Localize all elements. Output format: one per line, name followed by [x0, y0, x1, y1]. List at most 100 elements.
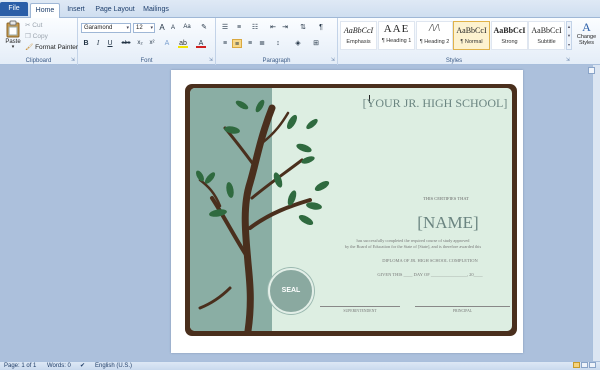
- paragraph-group: ☰ ≡ ☷ ⇤ ⇥ ⇅ ¶ ≡ ≡ ≡ ≣ ↕ ◈ ⊞ Paragraph ⇲: [216, 18, 338, 65]
- document-area[interactable]: [YOUR JR. HIGH SCHOOL] THIS CERTIFIES TH…: [0, 65, 592, 361]
- chevron-down-icon: ▾: [150, 25, 153, 31]
- proofing-icon[interactable]: ✔: [80, 362, 85, 370]
- dialog-launcher-icon[interactable]: ⇲: [71, 57, 75, 63]
- copy-button[interactable]: ❐ Copy: [25, 32, 48, 41]
- shrink-font-button[interactable]: A: [168, 24, 178, 33]
- styles-gallery-scroll[interactable]: ▲ ▼ ▾: [566, 21, 572, 50]
- certificate-body-line-1[interactable]: has successfully completed the required …: [316, 238, 510, 243]
- copy-icon: ❐: [25, 33, 31, 40]
- format-painter-label: Format Painter: [35, 44, 79, 51]
- superscript-button[interactable]: x²: [147, 39, 157, 48]
- brush-icon: 🖌: [25, 44, 34, 51]
- scissors-icon: ✂: [25, 22, 31, 29]
- styles-group-label: Styles: [445, 58, 463, 64]
- certifies-text[interactable]: THIS CERTIFIES THAT: [386, 196, 506, 201]
- chevron-down-icon: ▾: [11, 44, 15, 50]
- multilevel-list-icon[interactable]: ☷: [250, 23, 260, 32]
- numbering-icon[interactable]: ≡: [234, 23, 244, 32]
- full-screen-reading-icon[interactable]: [581, 362, 588, 369]
- principal-label[interactable]: PRINCIPAL: [415, 309, 510, 313]
- style-strong[interactable]: AaBbCcI Strong: [491, 21, 528, 50]
- style-preview: AaBbCcI: [493, 26, 526, 35]
- strikethrough-button[interactable]: abc: [119, 39, 133, 48]
- bullets-icon[interactable]: ☰: [220, 23, 230, 32]
- chevron-down-icon: ▾: [126, 25, 129, 31]
- bold-button[interactable]: B: [81, 39, 91, 48]
- font-group: Garamond ▾ 12 ▾ A A Aa ✎ B I U abc x₂ x²…: [78, 18, 216, 65]
- dialog-launcher-icon[interactable]: ⇲: [209, 57, 213, 63]
- tab-mailings[interactable]: Mailings: [140, 3, 172, 18]
- web-layout-icon[interactable]: [589, 362, 596, 369]
- change-styles-label: Change Styles: [576, 34, 597, 46]
- tab-file[interactable]: File: [0, 2, 28, 16]
- text-effects-icon[interactable]: A: [162, 39, 172, 48]
- highlight-color-icon[interactable]: ab: [178, 39, 188, 48]
- styles-group: AaBbCcI Emphasis AAE ¶ Heading 1 /\/\ ¶ …: [338, 18, 600, 65]
- clipboard-icon: [6, 20, 20, 38]
- diploma-title[interactable]: DIPLOMA OF JR. HIGH SCHOOL COMPLETION: [350, 258, 510, 263]
- style-emphasis[interactable]: AaBbCcI Emphasis: [340, 21, 377, 50]
- format-painter-button[interactable]: 🖌 Format Painter: [25, 43, 78, 52]
- line-spacing-icon[interactable]: ↕: [273, 39, 283, 48]
- tab-home[interactable]: Home: [30, 3, 60, 18]
- shading-icon[interactable]: ◈: [293, 39, 303, 48]
- given-date-line[interactable]: GIVEN THIS ____ DAY OF ________________,…: [350, 272, 510, 277]
- cut-button[interactable]: ✂ Cut: [25, 21, 42, 30]
- word-count[interactable]: Words: 0: [47, 362, 71, 370]
- italic-button[interactable]: I: [93, 39, 103, 48]
- align-center-icon[interactable]: ≡: [232, 39, 242, 48]
- underline-button[interactable]: U: [105, 39, 115, 48]
- grow-font-button[interactable]: A: [157, 23, 167, 32]
- font-color-button[interactable]: A: [196, 39, 206, 48]
- print-layout-icon[interactable]: [573, 362, 580, 369]
- borders-icon[interactable]: ⊞: [311, 39, 321, 48]
- vertical-scrollbar[interactable]: [592, 65, 600, 361]
- style-normal[interactable]: AaBbCcI ¶ Normal: [453, 21, 490, 50]
- clipboard-group-label: Clipboard: [25, 58, 52, 64]
- school-name-placeholder[interactable]: [YOUR JR. HIGH SCHOOL]: [360, 96, 510, 111]
- recipient-name-placeholder[interactable]: [NAME]: [398, 213, 498, 233]
- font-size-combo[interactable]: 12 ▾: [133, 23, 155, 33]
- font-group-label: Font: [140, 58, 153, 64]
- increase-indent-icon[interactable]: ⇥: [280, 23, 290, 32]
- tab-page-layout[interactable]: Page Layout: [92, 3, 138, 18]
- certificate-body-line-2[interactable]: by the Board of Education for the State …: [316, 244, 510, 249]
- align-left-icon[interactable]: ≡: [220, 39, 230, 48]
- seal-label: SEAL: [281, 287, 301, 294]
- dialog-launcher-icon[interactable]: ⇲: [566, 57, 570, 63]
- show-formatting-button[interactable]: ¶: [316, 23, 326, 32]
- style-name: ¶ Heading 1: [381, 38, 412, 44]
- document-page[interactable]: [YOUR JR. HIGH SCHOOL] THIS CERTIFIES TH…: [171, 70, 523, 353]
- style-name: Strong: [501, 39, 518, 45]
- language-indicator[interactable]: English (U.S.): [95, 362, 132, 370]
- paragraph-group-label: Paragraph: [262, 58, 291, 64]
- clear-formatting-icon[interactable]: ✎: [199, 23, 209, 32]
- paste-button[interactable]: Paste ▾: [3, 20, 23, 54]
- decrease-indent-icon[interactable]: ⇤: [268, 23, 278, 32]
- certificate-frame: [YOUR JR. HIGH SCHOOL] THIS CERTIFIES TH…: [185, 84, 517, 336]
- justify-icon[interactable]: ≣: [257, 39, 267, 48]
- seal-badge[interactable]: SEAL: [268, 268, 314, 314]
- cut-label: Cut: [32, 22, 43, 29]
- ribbon-tab-bar: File Home Insert Page Layout Mailings: [0, 0, 600, 18]
- change-styles-button[interactable]: A Change Styles: [574, 20, 599, 58]
- align-right-icon[interactable]: ≡: [245, 39, 255, 48]
- sort-icon[interactable]: ⇅: [298, 23, 308, 32]
- style-subtitle[interactable]: AaBbCcI Subtitle: [528, 21, 565, 50]
- font-size-value: 12: [136, 25, 143, 31]
- view-ruler-icon[interactable]: [588, 67, 595, 74]
- page-count[interactable]: Page: 1 of 1: [4, 362, 36, 370]
- tab-insert[interactable]: Insert: [62, 3, 90, 18]
- status-bar: Page: 1 of 1 Words: 0 ✔ English (U.S.): [0, 361, 600, 370]
- style-heading-1[interactable]: AAE ¶ Heading 1: [378, 21, 415, 50]
- dialog-launcher-icon[interactable]: ⇲: [331, 57, 335, 63]
- subscript-button[interactable]: x₂: [135, 39, 145, 48]
- font-name-combo[interactable]: Garamond ▾: [81, 23, 131, 33]
- style-preview: AaBbCcI: [531, 26, 562, 35]
- style-name: Emphasis: [346, 39, 371, 45]
- superintendent-label[interactable]: SUPERINTENDENT: [320, 309, 400, 313]
- style-heading-2[interactable]: /\/\ ¶ Heading 2: [416, 21, 453, 50]
- style-name: Subtitle: [537, 39, 556, 45]
- style-preview: /\/\: [428, 24, 441, 34]
- change-case-button[interactable]: Aa: [181, 23, 193, 32]
